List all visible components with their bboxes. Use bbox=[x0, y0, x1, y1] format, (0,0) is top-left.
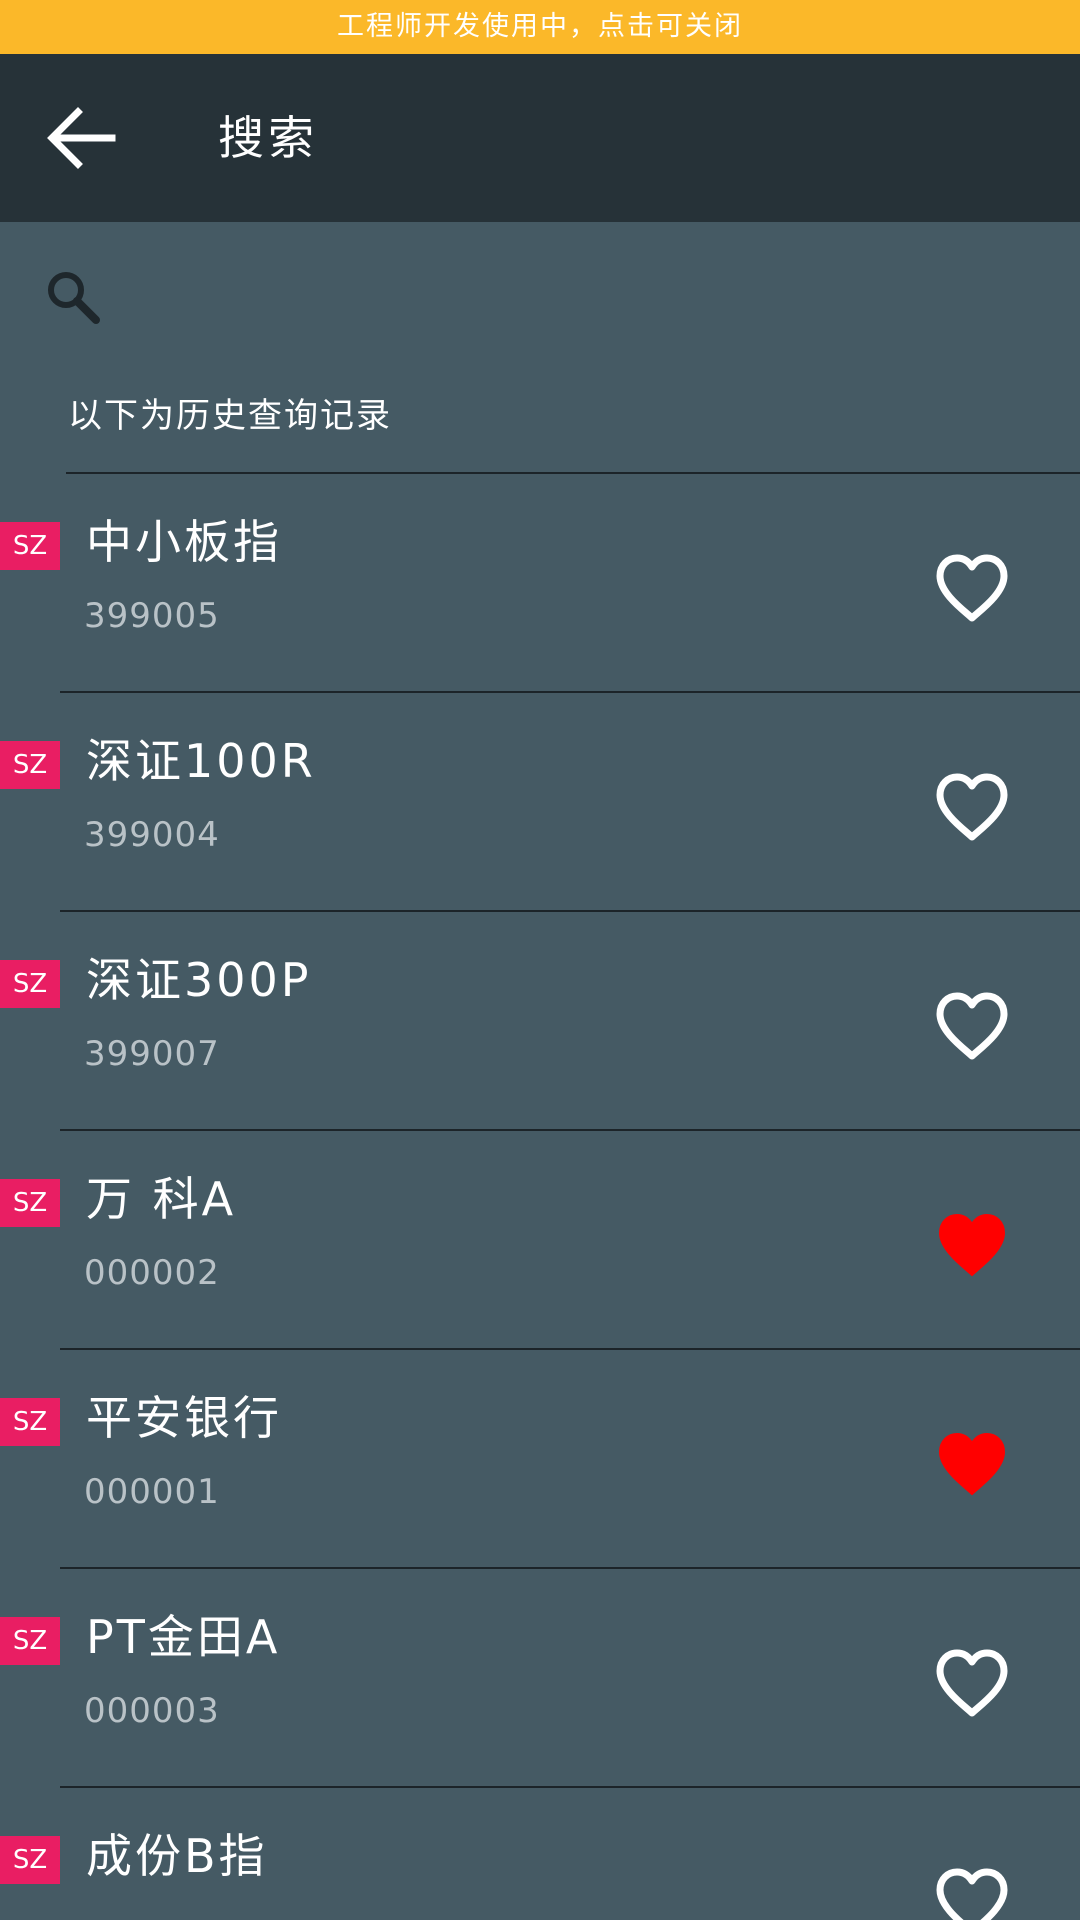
heart-filled-icon bbox=[938, 1432, 1006, 1496]
stock-list-item[interactable]: SZ 中小板指 399005 bbox=[0, 474, 1080, 693]
favorite-button[interactable] bbox=[930, 984, 1014, 1068]
heart-outline-icon bbox=[936, 1868, 1008, 1920]
stock-code: 000002 bbox=[84, 1253, 220, 1293]
search-icon bbox=[40, 264, 104, 328]
market-badge: SZ bbox=[0, 1398, 60, 1446]
stock-name: 万 科A bbox=[86, 1172, 237, 1226]
stock-list-item[interactable]: SZ 成份B指 bbox=[0, 1788, 1080, 1920]
market-badge: SZ bbox=[0, 522, 60, 570]
favorite-button[interactable] bbox=[930, 1860, 1014, 1920]
stock-name: 平安银行 bbox=[86, 1391, 282, 1445]
stock-name: 深证100R bbox=[86, 734, 316, 788]
stock-name: 成份B指 bbox=[86, 1829, 268, 1883]
search-input[interactable] bbox=[118, 258, 1042, 332]
stock-name: 中小板指 bbox=[86, 515, 282, 569]
stock-code: 399005 bbox=[84, 596, 220, 636]
back-button[interactable] bbox=[40, 98, 120, 178]
market-badge: SZ bbox=[0, 960, 60, 1008]
history-label: 以下为历史查询记录 bbox=[68, 396, 392, 436]
stock-code: 399004 bbox=[84, 815, 220, 855]
stock-list-item[interactable]: SZ 深证100R 399004 bbox=[0, 693, 1080, 912]
favorite-button[interactable] bbox=[930, 765, 1014, 849]
stock-list-item[interactable]: SZ 深证300P 399007 bbox=[0, 912, 1080, 1131]
market-badge: SZ bbox=[0, 1836, 60, 1884]
market-badge: SZ bbox=[0, 1617, 60, 1665]
page-title: 搜索 bbox=[218, 111, 318, 165]
stock-name: 深证300P bbox=[86, 953, 312, 1007]
dev-mode-banner[interactable]: 工程师开发使用中，点击可关闭 bbox=[0, 0, 1080, 54]
favorite-button[interactable] bbox=[930, 1422, 1014, 1506]
heart-outline-icon bbox=[936, 1649, 1008, 1717]
heart-outline-icon bbox=[936, 554, 1008, 622]
stock-list-item[interactable]: SZ 平安银行 000001 bbox=[0, 1350, 1080, 1569]
heart-outline-icon bbox=[936, 992, 1008, 1060]
favorite-button[interactable] bbox=[930, 546, 1014, 630]
favorite-button[interactable] bbox=[930, 1203, 1014, 1287]
stock-list-item[interactable]: SZ PT金田A 000003 bbox=[0, 1569, 1080, 1788]
stock-code: 000001 bbox=[84, 1472, 220, 1512]
arrow-back-icon bbox=[47, 107, 116, 169]
stock-name: PT金田A bbox=[86, 1610, 281, 1664]
market-badge: SZ bbox=[0, 741, 60, 789]
search-bar bbox=[0, 222, 1080, 362]
stock-code: 399007 bbox=[84, 1034, 220, 1074]
market-badge: SZ bbox=[0, 1179, 60, 1227]
app-bar: 搜索 bbox=[0, 54, 1080, 222]
stock-list-item[interactable]: SZ 万 科A 000002 bbox=[0, 1131, 1080, 1350]
heart-filled-icon bbox=[938, 1213, 1006, 1277]
search-content: 以下为历史查询记录 SZ 中小板指 399005 SZ 深证100R 399004 SZ 深证… bbox=[0, 222, 1080, 1920]
favorite-button[interactable] bbox=[930, 1641, 1014, 1725]
stock-code: 000003 bbox=[84, 1691, 220, 1731]
heart-outline-icon bbox=[936, 773, 1008, 841]
stock-list: SZ 中小板指 399005 SZ 深证100R 399004 SZ 深证300P 399007… bbox=[0, 474, 1080, 1920]
